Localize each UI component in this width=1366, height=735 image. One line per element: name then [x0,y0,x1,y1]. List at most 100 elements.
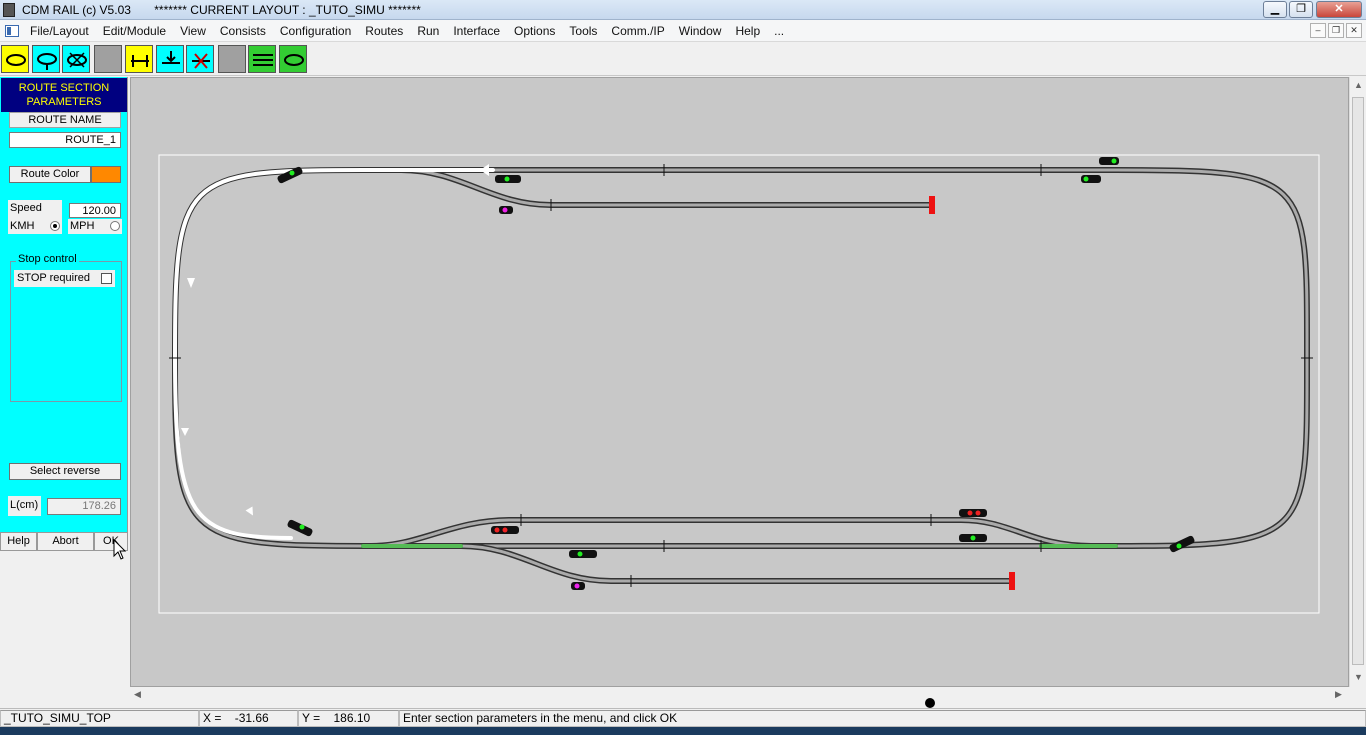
vertical-scroll-thumb[interactable] [1352,97,1364,665]
scroll-down-icon[interactable]: ▼ [1354,672,1363,682]
scroll-up-icon[interactable]: ▲ [1354,80,1363,90]
track-layout[interactable] [131,78,1350,688]
disabled-gray-icon-2[interactable] [218,45,246,73]
switch-down-cyan-icon[interactable] [156,45,184,73]
signal-lower-right-green [959,534,987,542]
lower-siding-track [458,543,1014,584]
dialog-buttons: Help Abort OK [0,532,128,551]
status-y-value: 186.10 [333,711,371,725]
loop-green-icon[interactable] [279,45,307,73]
upper-siding-track [398,167,934,208]
signal-lower-siding-purple [571,582,585,590]
mdi-controls: – ❐ ✕ [1310,23,1362,38]
tracks[interactable] [171,167,1311,584]
status-y-label: Y = [302,711,321,725]
status-x: X = -31.66 [199,710,298,727]
select-reverse-button[interactable]: Select reverse [9,463,121,480]
route-highlight[interactable] [172,168,495,540]
kmh-label: KMH [10,220,35,232]
close-button[interactable]: ✕ [1316,1,1362,18]
title-bar: CDM RAIL (c) V5.03 ******* CURRENT LAYOU… [0,0,1366,20]
menu-item-routes[interactable]: Routes [365,24,410,38]
help-button[interactable]: Help [0,532,37,551]
stop-required-label: STOP required [17,272,90,284]
route-color-swatch[interactable] [91,166,121,183]
stop-control-label: Stop control [16,253,79,265]
menu-item-options[interactable]: Options [514,24,562,38]
stop-required-row: STOP required [14,270,115,287]
route-section-panel: ROUTE SECTION PARAMETERS ROUTE NAME ROUT… [0,77,128,551]
menu-item-consists[interactable]: Consists [220,24,273,38]
app-icon [3,3,15,17]
layout-title: ******* CURRENT LAYOUT : _TUTO_SIMU ****… [154,3,421,17]
scroll-left-icon[interactable]: ◀ [134,689,141,700]
menu-item-run[interactable]: Run [417,24,446,38]
speed-input[interactable]: 120.00 [69,203,121,218]
window-title: CDM RAIL (c) V5.03 ******* CURRENT LAYOU… [22,3,421,17]
menu-item-edit-module[interactable]: Edit/Module [103,24,173,38]
menu-item-[interactable]: ... [774,24,791,38]
lines-green-icon[interactable] [248,45,276,73]
abort-button[interactable]: Abort [37,532,94,551]
loop-reverse-cyan-icon[interactable] [32,45,60,73]
signals[interactable] [277,157,1196,590]
disabled-gray-icon[interactable] [94,45,122,73]
loop-yellow-icon[interactable] [1,45,29,73]
signal-upper-siding-purple [499,206,513,214]
kmh-radio[interactable] [50,221,60,231]
length-field: 178.26 [47,498,121,515]
app-title: CDM RAIL (c) V5.03 [22,3,131,17]
speed-label: Speed [10,202,42,214]
buffer-stop-lower[interactable] [1009,572,1015,590]
mph-label: MPH [70,220,95,232]
document-icon[interactable] [5,25,19,37]
menu-item-interface[interactable]: Interface [453,24,507,38]
signal-upper-right-1 [1099,157,1119,165]
signal-upper-right-2 [1081,175,1101,183]
switch-cross-cyan-icon[interactable] [186,45,214,73]
menu-item-comm-ip[interactable]: Comm./IP [611,24,671,38]
scroll-position-dot[interactable] [925,698,935,708]
signal-lower-left [287,519,313,537]
signal-lower-right-red [959,509,987,517]
minimize-button[interactable]: ▁ [1263,1,1287,18]
scroll-right-icon[interactable]: ▶ [1335,689,1342,700]
section-markers [169,164,1313,587]
stop-required-checkbox[interactable] [101,273,112,284]
maximize-button[interactable]: ❐ [1289,1,1313,18]
status-message: Enter section parameters in the menu, an… [399,710,1366,727]
mdi-restore-button[interactable]: ❐ [1328,23,1344,38]
horizontal-scrollbar[interactable]: ◀ ▶ [130,687,1349,708]
menu-bar: File/Layout Edit/Module View Consists Config… [0,20,1366,42]
os-taskbar [0,727,1366,735]
route-name-label: ROUTE NAME [9,112,121,128]
signal-lower-inner-red [491,526,519,534]
loop-cross-cyan-icon[interactable] [62,45,90,73]
mdi-close-button[interactable]: ✕ [1346,23,1362,38]
lower-inner-track [368,517,1094,549]
vertical-scrollbar[interactable]: ▲ ▼ [1349,77,1366,687]
menu-item-configuration[interactable]: Configuration [280,24,358,38]
mouse-cursor-icon [113,538,127,560]
mdi-minimize-button[interactable]: – [1310,23,1326,38]
menu-item-file-layout[interactable]: File/Layout [30,24,96,38]
route-color-button[interactable]: Route Color [9,166,91,183]
status-layout-name: _TUTO_SIMU_TOP [0,710,199,727]
main-loop-track [171,167,1311,549]
speed-box: Speed KMH [8,200,62,234]
route-direction-arrows [181,164,489,516]
route-name-input[interactable]: ROUTE_1 [9,132,121,148]
status-bar: _TUTO_SIMU_TOP X = -31.66 Y = 186.10 Ent… [0,708,1366,727]
signal-lower-main [569,550,597,558]
menu-item-tools[interactable]: Tools [569,24,604,38]
layout-canvas[interactable] [130,77,1349,687]
menu-item-window[interactable]: Window [679,24,729,38]
status-x-value: -31.66 [234,711,269,725]
switch-yellow-icon[interactable] [125,45,153,73]
panel-header: ROUTE SECTION PARAMETERS [1,78,127,112]
toolbar [0,42,1366,76]
mph-radio[interactable] [110,221,120,231]
menu-item-view[interactable]: View [180,24,213,38]
menu-item-help[interactable]: Help [735,24,767,38]
buffer-stop-upper[interactable] [929,196,935,214]
